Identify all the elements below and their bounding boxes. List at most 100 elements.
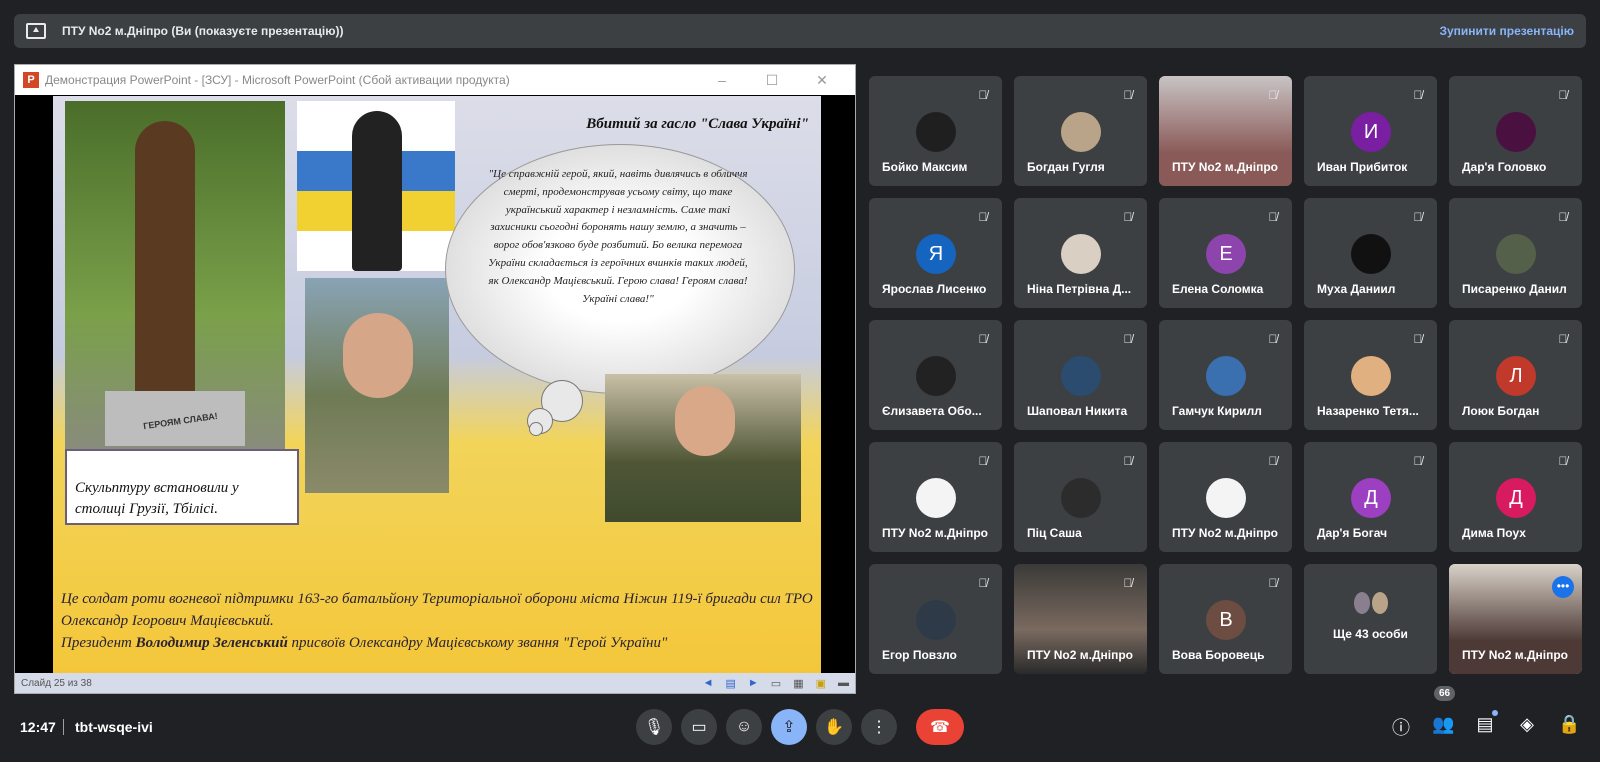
avatar: Е bbox=[1206, 234, 1246, 274]
divider bbox=[63, 719, 64, 735]
officer-portrait bbox=[605, 374, 801, 522]
prev-slide-icon[interactable]: ◄ bbox=[703, 677, 714, 690]
mic-off-icon: 🎙̸ bbox=[1123, 88, 1133, 102]
hangup-icon: ☎ bbox=[930, 719, 950, 736]
avatar: И bbox=[1351, 112, 1391, 152]
avatar: В bbox=[1206, 600, 1246, 640]
mic-off-icon: 🎙̸ bbox=[1268, 332, 1278, 346]
participant-tile[interactable]: 🎙̸ Богдан Гугля bbox=[1014, 76, 1147, 186]
present-button[interactable]: ⇪ bbox=[771, 709, 807, 745]
participant-tile[interactable]: 🎙̸ Муха Даниил bbox=[1304, 198, 1437, 308]
raise-hand-button[interactable]: ✋ bbox=[816, 709, 852, 745]
window-title: Демонстрация PowerPoint - [ЗСУ] - Micros… bbox=[45, 73, 510, 87]
more-options-button[interactable]: ⋮ bbox=[861, 709, 897, 745]
avatar: Д bbox=[1496, 478, 1536, 518]
participant-name: Богдан Гугля bbox=[1027, 160, 1105, 174]
avatar bbox=[1061, 112, 1101, 152]
participant-tile[interactable]: 🎙̸ Егор Повзло bbox=[869, 564, 1002, 674]
minimize-icon[interactable]: – bbox=[697, 72, 747, 88]
mic-off-icon: 🎙̸ bbox=[978, 88, 988, 102]
participant-tile[interactable]: В 🎙̸ Вова Боровець bbox=[1159, 564, 1292, 674]
avatar bbox=[1351, 234, 1391, 274]
tile-options-icon[interactable]: ••• bbox=[1552, 576, 1574, 598]
participant-tile[interactable]: ••• ПТУ No2 м.Дніпро bbox=[1449, 564, 1582, 674]
participant-name: Писаренко Данил bbox=[1462, 282, 1567, 296]
participant-grid: 🎙̸ Бойко Максим 🎙̸ Богдан Гугля 🎙̸ ПТУ No2 м.… bbox=[869, 76, 1582, 674]
meeting-code: tbt-wsqe-ivi bbox=[75, 719, 153, 735]
powerpoint-window: P Демонстрация PowerPoint - [ЗСУ] - Micr… bbox=[14, 64, 856, 694]
statue-photo: ГЕРОЯМ СЛАВА! bbox=[65, 101, 285, 459]
avatar bbox=[1496, 234, 1536, 274]
mic-off-icon: 🎙̸ bbox=[978, 332, 988, 346]
info-icon[interactable]: ⓘ bbox=[1390, 714, 1412, 738]
participant-tile[interactable]: 🎙̸ Писаренко Данил bbox=[1449, 198, 1582, 308]
participant-tile[interactable]: Д 🎙̸ Дар'я Богач bbox=[1304, 442, 1437, 552]
participant-tile[interactable]: 🎙̸ Ніна Петрівна Д... bbox=[1014, 198, 1147, 308]
participant-tile[interactable]: 🎙̸ ПТУ No2 м.Дніпро bbox=[1159, 442, 1292, 552]
slide-heading: Вбитий за гасло "Слава Україні" bbox=[586, 116, 809, 132]
participant-tile[interactable]: 🎙̸ Назаренко Тетя... bbox=[1304, 320, 1437, 430]
participant-tile[interactable]: Е 🎙̸ Елена Соломка bbox=[1159, 198, 1292, 308]
participant-tile[interactable]: 🎙̸ Піц Саша bbox=[1014, 442, 1147, 552]
next-slide-icon[interactable]: ► bbox=[748, 677, 759, 690]
avatar bbox=[1351, 356, 1391, 396]
more-vert-icon: ⋮ bbox=[871, 719, 887, 736]
banner-title: ПТУ No2 м.Дніпро (Ви (показуєте презента… bbox=[62, 24, 344, 38]
mic-off-icon: 🎙̸ bbox=[1123, 210, 1133, 224]
more-participants-label: Ще 43 особи bbox=[1333, 627, 1408, 641]
avatar: Д bbox=[1351, 478, 1391, 518]
bottom-line-2b: присвоїв Олександру Мацієвському звання … bbox=[287, 635, 668, 651]
slideshow-view-icon[interactable]: ▬ bbox=[838, 677, 849, 690]
avatar bbox=[916, 478, 956, 518]
maximize-icon[interactable]: ☐ bbox=[747, 72, 797, 89]
presenting-banner: ПТУ No2 м.Дніпро (Ви (показуєте презента… bbox=[14, 14, 1586, 48]
activities-icon[interactable]: ◈ bbox=[1516, 714, 1538, 736]
participant-name: ПТУ No2 м.Дніпро bbox=[1027, 648, 1134, 662]
stop-presenting-button[interactable]: Зупинити презентацію bbox=[1439, 24, 1574, 38]
menu-icon[interactable]: ▤ bbox=[725, 677, 735, 690]
participant-tile[interactable]: И 🎙̸ Иван Прибиток bbox=[1304, 76, 1437, 186]
participant-tile[interactable]: Ще 43 особи bbox=[1304, 564, 1437, 674]
participant-name: ПТУ No2 м.Дніпро bbox=[882, 526, 989, 540]
participant-tile[interactable]: 🎙̸ ПТУ No2 м.Дніпро bbox=[869, 442, 1002, 552]
president-name: Володимир Зеленський bbox=[135, 635, 288, 651]
host-controls-icon[interactable]: 🔒 bbox=[1558, 714, 1580, 736]
avatar: Я bbox=[916, 234, 956, 274]
participant-tile[interactable]: Л 🎙̸ Лоюк Богдан bbox=[1449, 320, 1582, 430]
participant-tile[interactable]: 🎙̸ Єлизавета Обо... bbox=[869, 320, 1002, 430]
reading-view-icon[interactable]: ▣ bbox=[816, 677, 826, 690]
present-icon: ⇪ bbox=[782, 719, 796, 736]
sorter-view-icon[interactable]: ▦ bbox=[793, 677, 803, 690]
participant-tile[interactable]: Я 🎙̸ Ярослав Лисенко bbox=[869, 198, 1002, 308]
participant-tile[interactable]: 🎙̸ Дар'я Головко bbox=[1449, 76, 1582, 186]
participant-tile[interactable]: 🎙̸ ПТУ No2 м.Дніпро bbox=[1014, 564, 1147, 674]
participant-name: Лоюк Богдан bbox=[1462, 404, 1540, 418]
normal-view-icon[interactable]: ▭ bbox=[771, 677, 781, 690]
participant-name: Муха Даниил bbox=[1317, 282, 1396, 296]
chat-dot bbox=[1492, 710, 1498, 716]
avatar bbox=[916, 112, 956, 152]
participant-tile[interactable]: 🎙̸ Гамчук Кирилл bbox=[1159, 320, 1292, 430]
participant-tile[interactable]: 🎙̸ Бойко Максим bbox=[869, 76, 1002, 186]
camera-button[interactable]: ▭ bbox=[681, 709, 717, 745]
participant-tile[interactable]: 🎙̸ ПТУ No2 м.Дніпро bbox=[1159, 76, 1292, 186]
more-avatars bbox=[1354, 592, 1388, 620]
chat-icon[interactable]: ▤ bbox=[1474, 710, 1498, 736]
mic-off-icon: 🎙̸ bbox=[1123, 576, 1133, 590]
participant-tile[interactable]: 🎙̸ Шаповал Никита bbox=[1014, 320, 1147, 430]
emoji-button[interactable]: ☺ bbox=[726, 709, 762, 745]
leave-call-button[interactable]: ☎ bbox=[916, 709, 964, 745]
slide-counter: Слайд 25 из 38 bbox=[21, 677, 92, 689]
close-icon[interactable]: ✕ bbox=[797, 72, 847, 89]
participant-name: ПТУ No2 м.Дніпро bbox=[1462, 648, 1569, 662]
avatar: Л bbox=[1496, 356, 1536, 396]
participant-name: Єлизавета Обо... bbox=[882, 404, 982, 418]
mic-off-icon: 🎙̸ bbox=[978, 454, 988, 468]
microphone-button[interactable]: 🎙 bbox=[636, 709, 672, 745]
participant-name: Шаповал Никита bbox=[1027, 404, 1128, 418]
participant-tile[interactable]: Д 🎙̸ Дима Поух bbox=[1449, 442, 1582, 552]
mic-off-icon: 🎙̸ bbox=[1558, 454, 1568, 468]
people-icon[interactable]: 👥 66 bbox=[1432, 686, 1456, 736]
participant-name: Дар'я Богач bbox=[1317, 526, 1388, 540]
avatar bbox=[1061, 478, 1101, 518]
